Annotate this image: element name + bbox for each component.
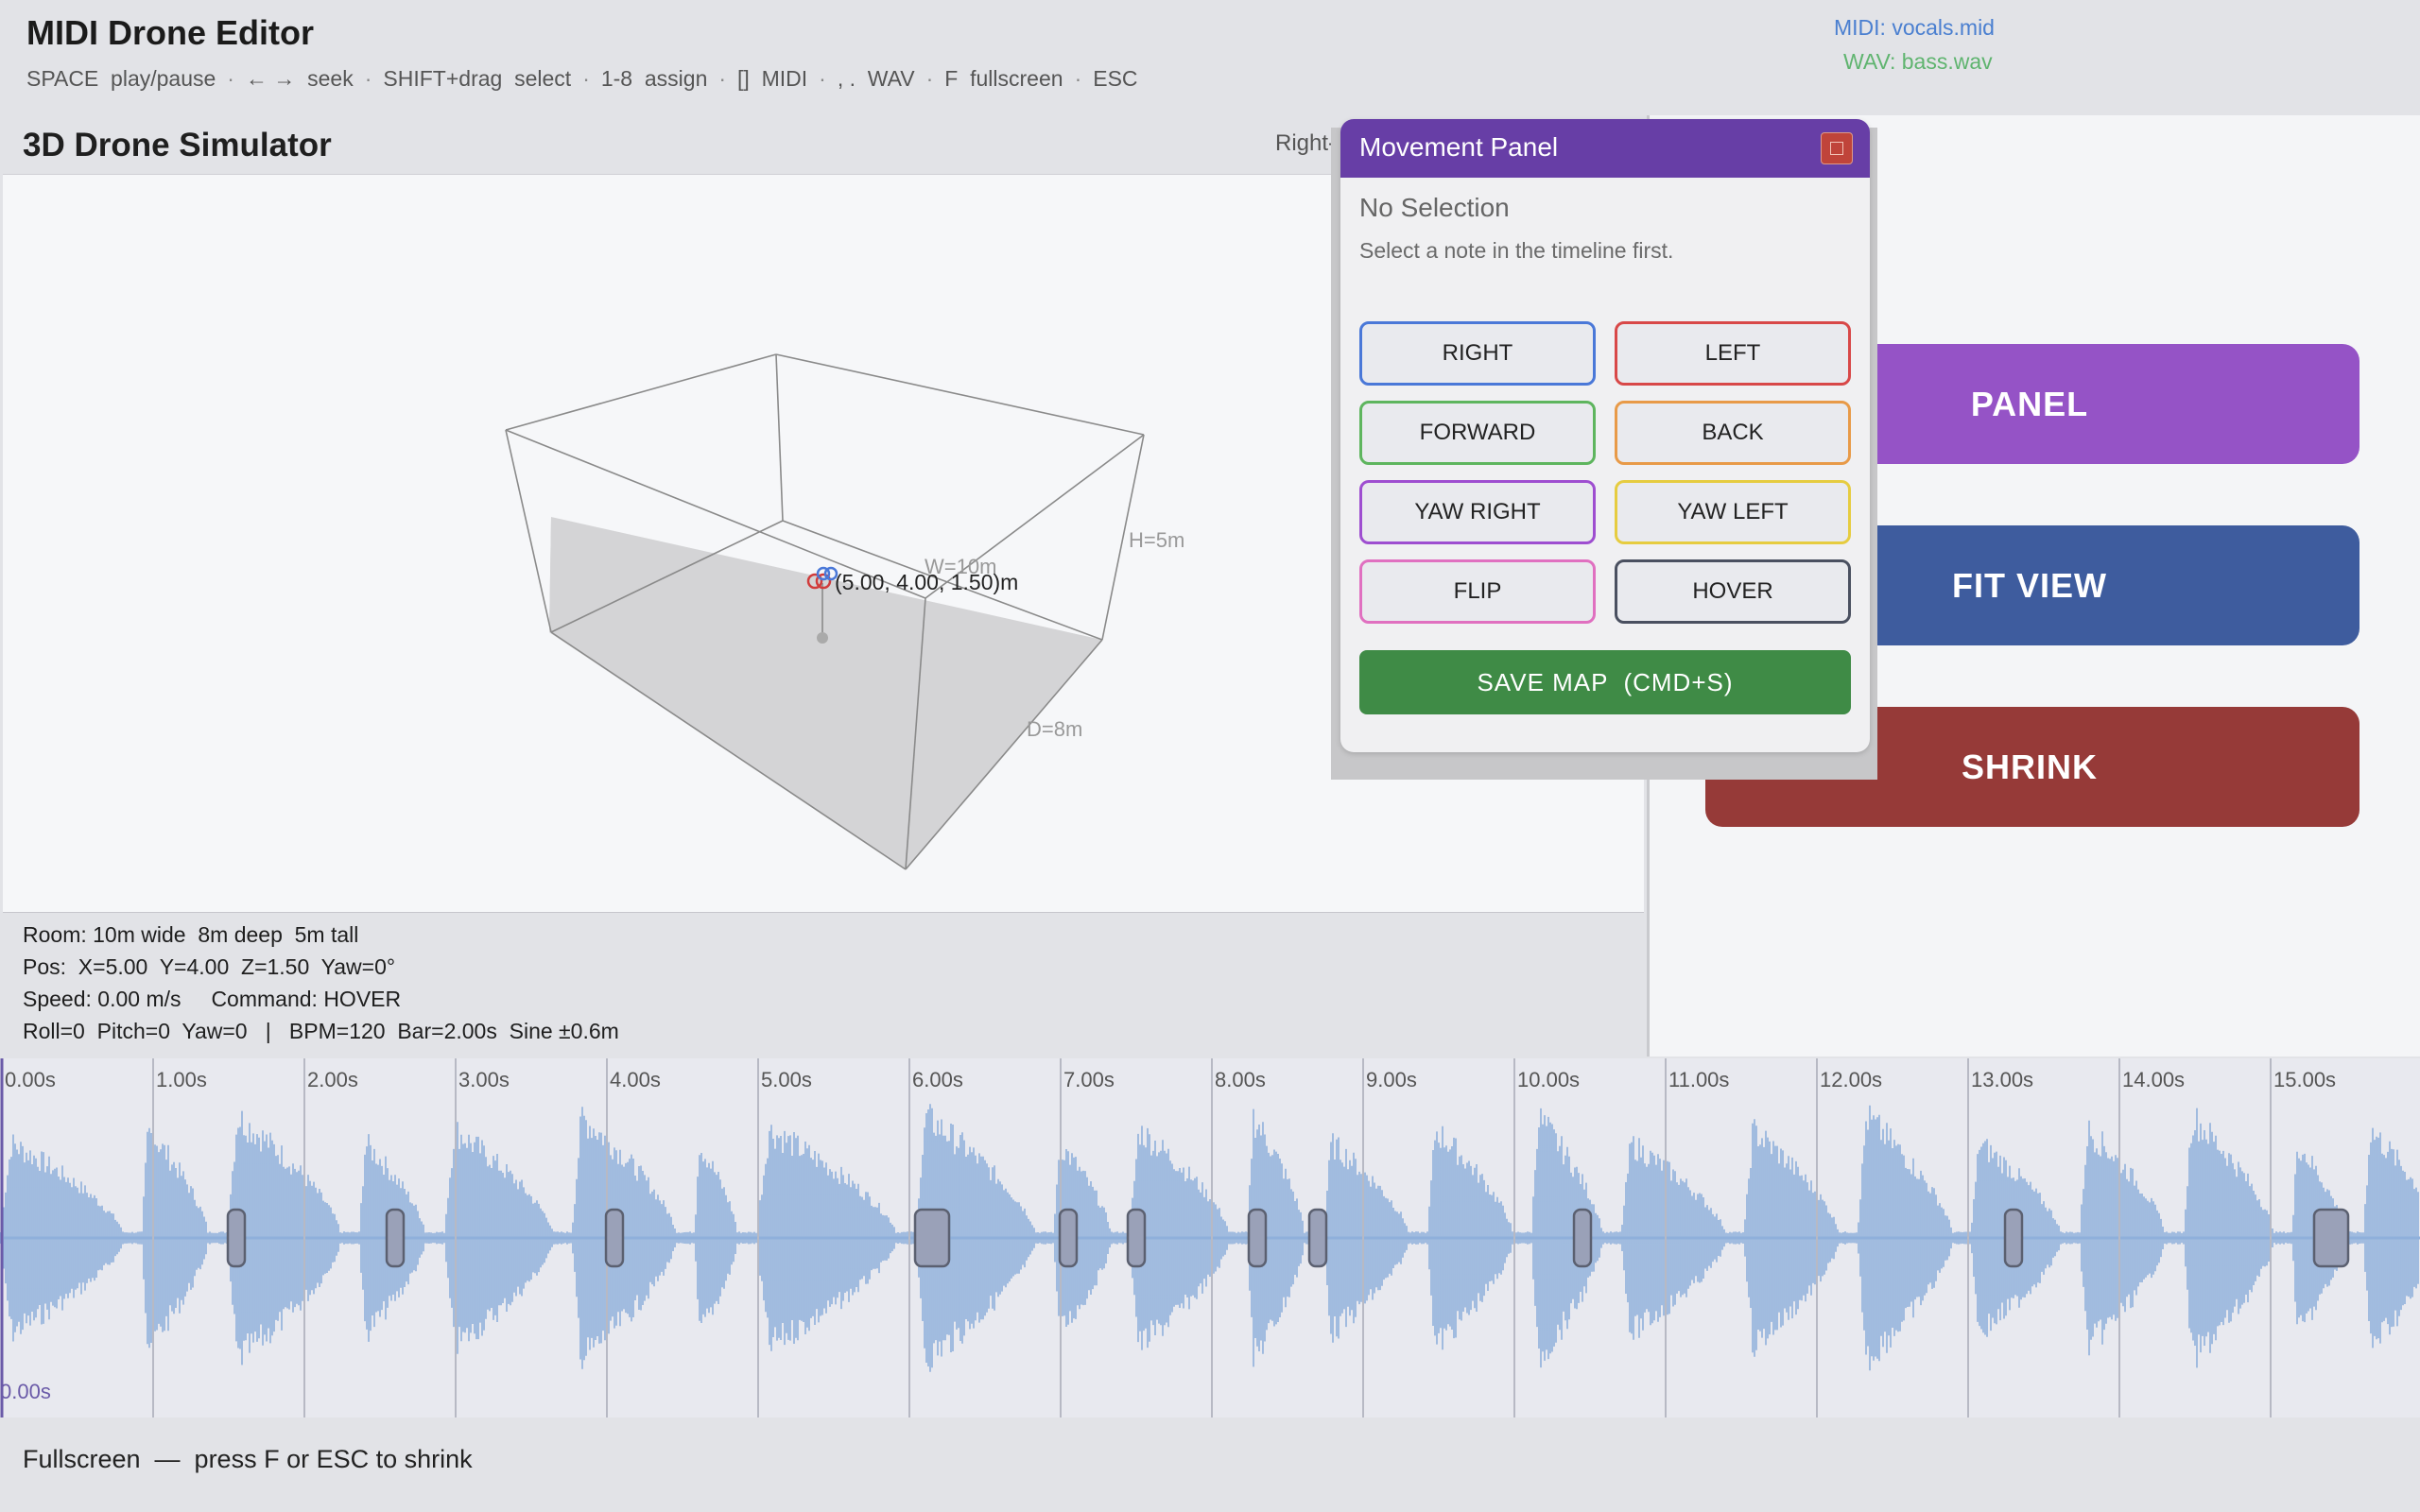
- time-label: 15.00s: [2273, 1068, 2336, 1091]
- selection-hint: Select a note in the timeline first.: [1359, 238, 1674, 263]
- time-label: 8.00s: [1215, 1068, 1266, 1091]
- save-map-button[interactable]: SAVE MAP (CMD+S): [1359, 650, 1851, 714]
- midi-file-label: MIDI: vocals.mid: [1834, 15, 1995, 40]
- yaw-right-button[interactable]: YAW RIGHT: [1359, 480, 1596, 544]
- time-label: 10.00s: [1517, 1068, 1580, 1091]
- close-button[interactable]: [1821, 132, 1853, 164]
- forward-move-button[interactable]: FORWARD: [1359, 401, 1596, 465]
- time-label: 2.00s: [307, 1068, 358, 1091]
- drone-position-label: (5.00, 4.00, 1.50)m: [835, 570, 1019, 594]
- time-label: 7.00s: [1063, 1068, 1115, 1091]
- shortcut-item: F fullscreen: [944, 66, 1063, 91]
- keyboard-shortcuts-hint: SPACE play/pause · ← → seek · SHIFT+drag sel…: [26, 66, 1138, 92]
- time-label: 4.00s: [610, 1068, 661, 1091]
- time-label: 14.00s: [2122, 1068, 2185, 1091]
- note-marker: [1572, 1208, 1593, 1268]
- shortcut-separator: ·: [718, 66, 727, 91]
- note-marker: [226, 1208, 247, 1268]
- shortcut-item: , . WAV: [837, 66, 915, 91]
- orientation-stat: Roll=0 Pitch=0 Yaw=0 | BPM=120 Bar=2.00s…: [23, 1019, 619, 1043]
- room-height-label: H=5m: [1129, 528, 1185, 552]
- simulator-hint: Right-: [1275, 130, 1337, 156]
- back-move-button[interactable]: BACK: [1615, 401, 1851, 465]
- note-marker: [1126, 1208, 1147, 1268]
- shortcut-separator: ·: [227, 66, 234, 91]
- shortcut-item: SPACE play/pause: [26, 66, 216, 91]
- room-depth-label: D=8m: [1027, 717, 1083, 741]
- movement-panel-header[interactable]: Movement Panel: [1340, 119, 1870, 178]
- time-label: 13.00s: [1971, 1068, 2033, 1091]
- footer-hint: Fullscreen — press F or ESC to shrink: [23, 1445, 473, 1473]
- simulator-stats: Room: 10m wide 8m deep 5m tall Pos: X=5.…: [23, 919, 619, 1047]
- movement-panel: Movement Panel No Selection Select a not…: [1340, 119, 1870, 752]
- note-marker: [1247, 1208, 1268, 1268]
- waveform-timeline[interactable]: 0.00s 1.00s 2.00s 3.00s 4.00s 5.00s 6.00s 7.00s…: [0, 1058, 2420, 1418]
- shortcut-item: [] MIDI: [737, 66, 808, 91]
- shortcut-item: 1-8 assign: [600, 66, 708, 91]
- shortcut-separator: ·: [582, 66, 590, 91]
- note-marker: [604, 1208, 625, 1268]
- shortcut-separator: ·: [925, 66, 934, 91]
- hover-button[interactable]: HOVER: [1615, 559, 1851, 624]
- shortcut-separator: ·: [364, 66, 372, 91]
- time-label: 12.00s: [1820, 1068, 1882, 1091]
- wav-file-label: WAV: bass.wav: [1843, 49, 1993, 74]
- right-move-button[interactable]: RIGHT: [1359, 321, 1596, 386]
- drone-shadow: [817, 632, 828, 644]
- flip-button[interactable]: FLIP: [1359, 559, 1596, 624]
- note-marker: [2003, 1208, 2024, 1268]
- playhead-time-label: 0.00s: [0, 1380, 51, 1403]
- position-stat: Pos: X=5.00 Y=4.00 Z=1.50 Yaw=0°: [23, 954, 396, 979]
- time-label: 9.00s: [1366, 1068, 1417, 1091]
- movement-panel-title: Movement Panel: [1359, 132, 1559, 162]
- time-label: 11.00s: [1668, 1068, 1729, 1091]
- time-label: 3.00s: [458, 1068, 510, 1091]
- shortcut-item: ESC: [1093, 66, 1138, 91]
- yaw-left-button[interactable]: YAW LEFT: [1615, 480, 1851, 544]
- note-marker: [2312, 1208, 2350, 1268]
- room-stat: Room: 10m wide 8m deep 5m tall: [23, 922, 359, 947]
- shortcut-separator: ·: [819, 66, 826, 91]
- note-marker: [913, 1208, 951, 1268]
- app-title: MIDI Drone Editor: [26, 13, 314, 52]
- close-icon: [1830, 142, 1843, 155]
- speed-stat: Speed: 0.00 m/s Command: HOVER: [23, 987, 402, 1011]
- time-label: 0.00s: [5, 1068, 56, 1091]
- time-label: 1.00s: [156, 1068, 207, 1091]
- shortcut-separator: ·: [1074, 66, 1082, 91]
- time-label: 5.00s: [761, 1068, 812, 1091]
- note-marker: [1307, 1208, 1328, 1268]
- time-label: 6.00s: [912, 1068, 963, 1091]
- selection-status: No Selection: [1359, 193, 1510, 222]
- shortcut-item: SHIFT+drag select: [383, 66, 572, 91]
- note-marker: [1058, 1208, 1079, 1268]
- note-marker: [385, 1208, 406, 1268]
- left-move-button[interactable]: LEFT: [1615, 321, 1851, 386]
- simulator-title: 3D Drone Simulator: [23, 127, 332, 163]
- shortcut-item: ← → seek: [245, 66, 354, 91]
